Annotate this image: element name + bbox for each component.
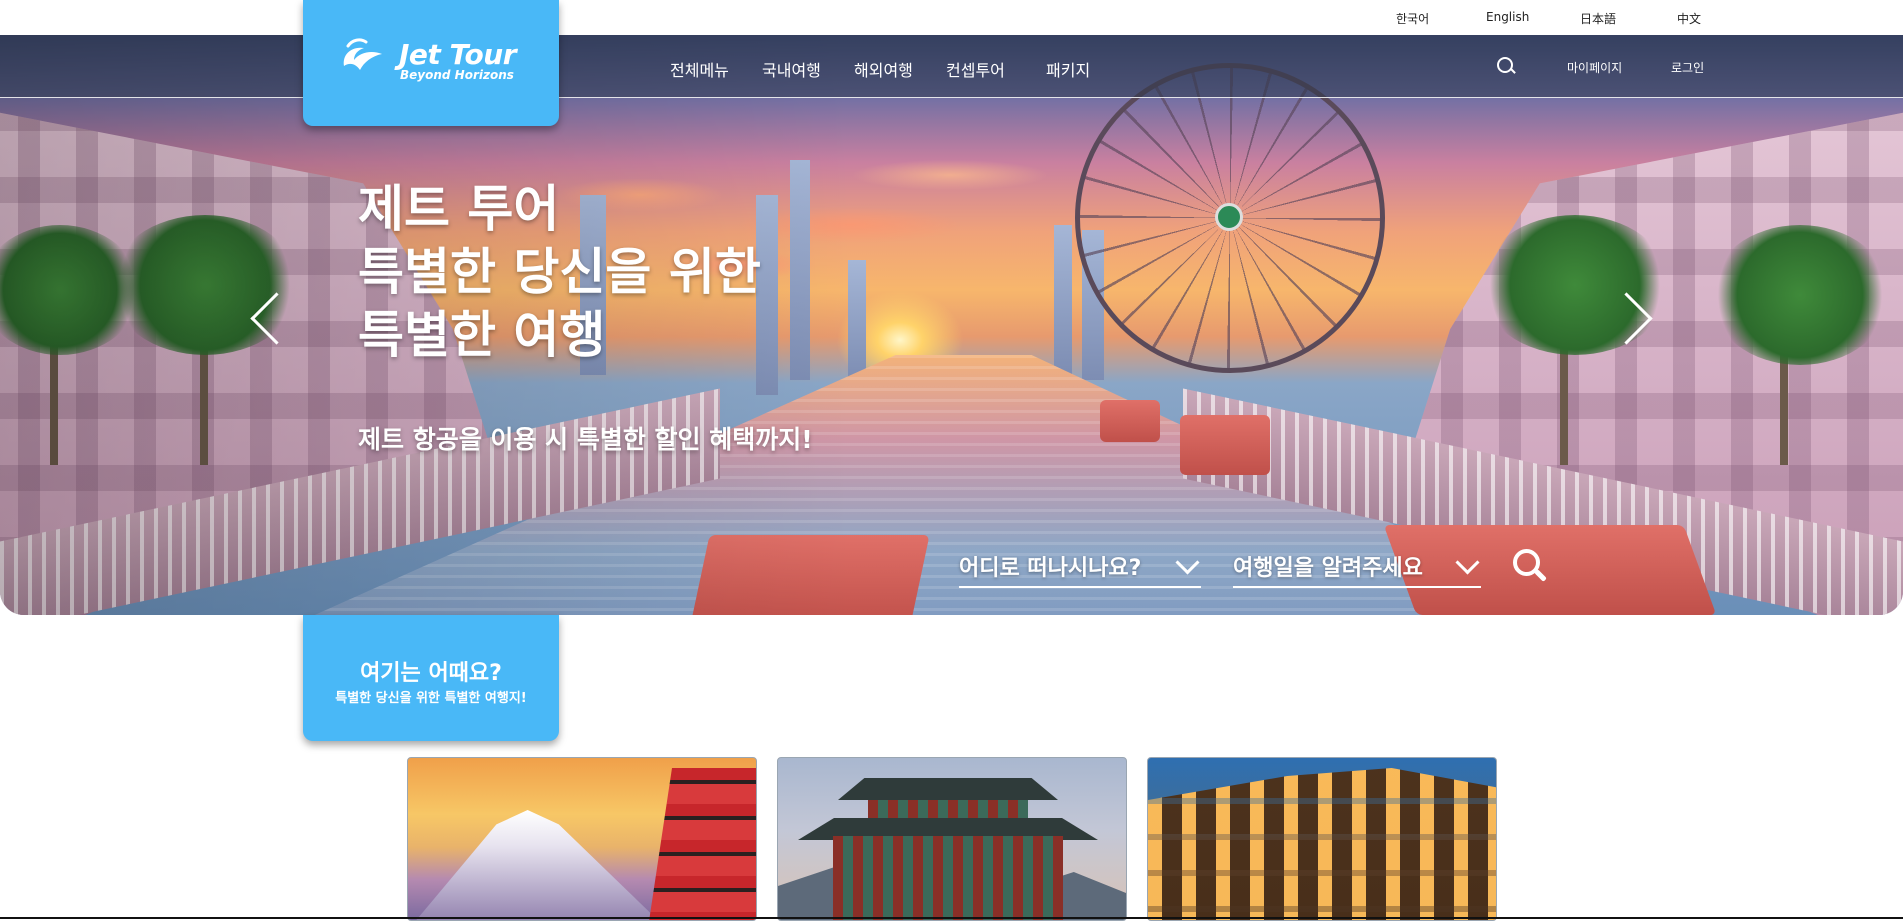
recommend-section-tab: 여기는 어때요? 특별한 당신을 위한 특별한 여행지! [303,615,559,741]
palace-body [833,836,1063,920]
language-bar: 한국어 English 日本語 中文 [0,0,1903,35]
mount-fuji-image [408,810,668,920]
destination-card-korea[interactable] [777,757,1127,921]
chevron-down-icon [1455,550,1480,575]
nav-all-menu[interactable]: 전체메뉴 [670,57,729,81]
section-subtitle: 특별한 당신을 위한 특별한 여행지! [335,691,527,706]
logo-subtitle: Beyond Horizons [400,68,514,82]
nav-concept-tour[interactable]: 컨셉투어 [946,57,1005,81]
nav-overseas[interactable]: 해외여행 [854,57,913,81]
travel-date-label: 여행일을 알려주세요 [1233,556,1423,581]
lang-english[interactable]: English [1486,10,1529,24]
destination-label: 어디로 떠나시나요? [959,556,1142,581]
destination-card-italy[interactable] [1147,757,1497,921]
nav-package[interactable]: 패키지 [1046,57,1090,81]
logo[interactable]: Jet Tour Beyond Horizons [303,0,559,126]
plane-logo-icon [343,38,382,70]
hero-headline: 제트 투어 특별한 당신을 위한 특별한 여행 [358,178,761,367]
search-icon[interactable] [1497,57,1513,73]
lang-japanese[interactable]: 日本語 [1580,10,1616,27]
hero-headline-line: 특별한 여행 [358,306,606,364]
search-icon[interactable] [1513,549,1540,576]
hero-subline: 제트 항공을 이용 시 특별한 할인 혜택까지! [358,425,813,454]
pagoda-image [648,768,756,920]
lang-korean[interactable]: 한국어 [1396,10,1429,27]
main-nav: 전체메뉴 국내여행 해외여행 컨셉투어 패키지 마이페이지 로그인 [0,35,1903,98]
hero-headline-line: 제트 투어 [358,180,560,238]
hero-headline-line: 특별한 당신을 위한 [358,243,761,301]
colosseum-image [1148,768,1496,920]
lang-chinese[interactable]: 中文 [1677,10,1701,27]
destination-select[interactable]: 어디로 떠나시나요? [959,548,1201,588]
palace-roof [838,778,1058,800]
section-title: 여기는 어때요? [360,661,502,686]
logo-title: Jet Tour [399,38,517,71]
travel-date-select[interactable]: 여행일을 알려주세요 [1233,548,1481,588]
nav-domestic[interactable]: 국내여행 [762,57,821,81]
login-link[interactable]: 로그인 [1671,59,1704,76]
destination-card-japan[interactable] [407,757,757,921]
mypage-link[interactable]: 마이페이지 [1567,59,1622,76]
chevron-down-icon [1175,550,1200,575]
